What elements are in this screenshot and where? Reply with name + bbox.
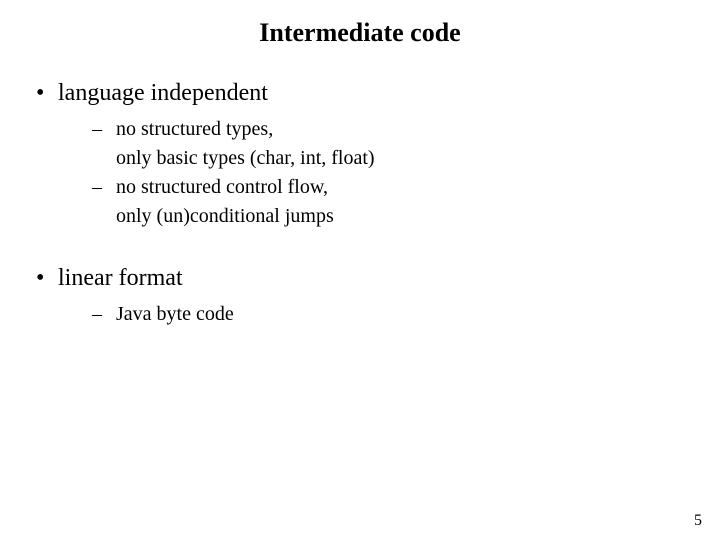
subbullet-basic-types: only basic types (char, int, float)	[30, 144, 690, 173]
bullet-linear-format: linear format	[30, 263, 690, 294]
subbullet-no-structured-types: no structured types,	[30, 115, 690, 144]
subbullet-no-control-flow: no structured control flow,	[30, 173, 690, 202]
spacer	[30, 231, 690, 263]
subbullet-conditional-jumps: only (un)conditional jumps	[30, 202, 690, 231]
bullet-lang-independent: language independent	[30, 78, 690, 109]
slide-content: language independent no structured types…	[30, 78, 690, 329]
slide-title: Intermediate code	[0, 18, 720, 48]
subbullet-java-bytecode: Java byte code	[30, 300, 690, 329]
slide: Intermediate code language independent n…	[0, 0, 720, 540]
page-number: 5	[694, 512, 702, 530]
